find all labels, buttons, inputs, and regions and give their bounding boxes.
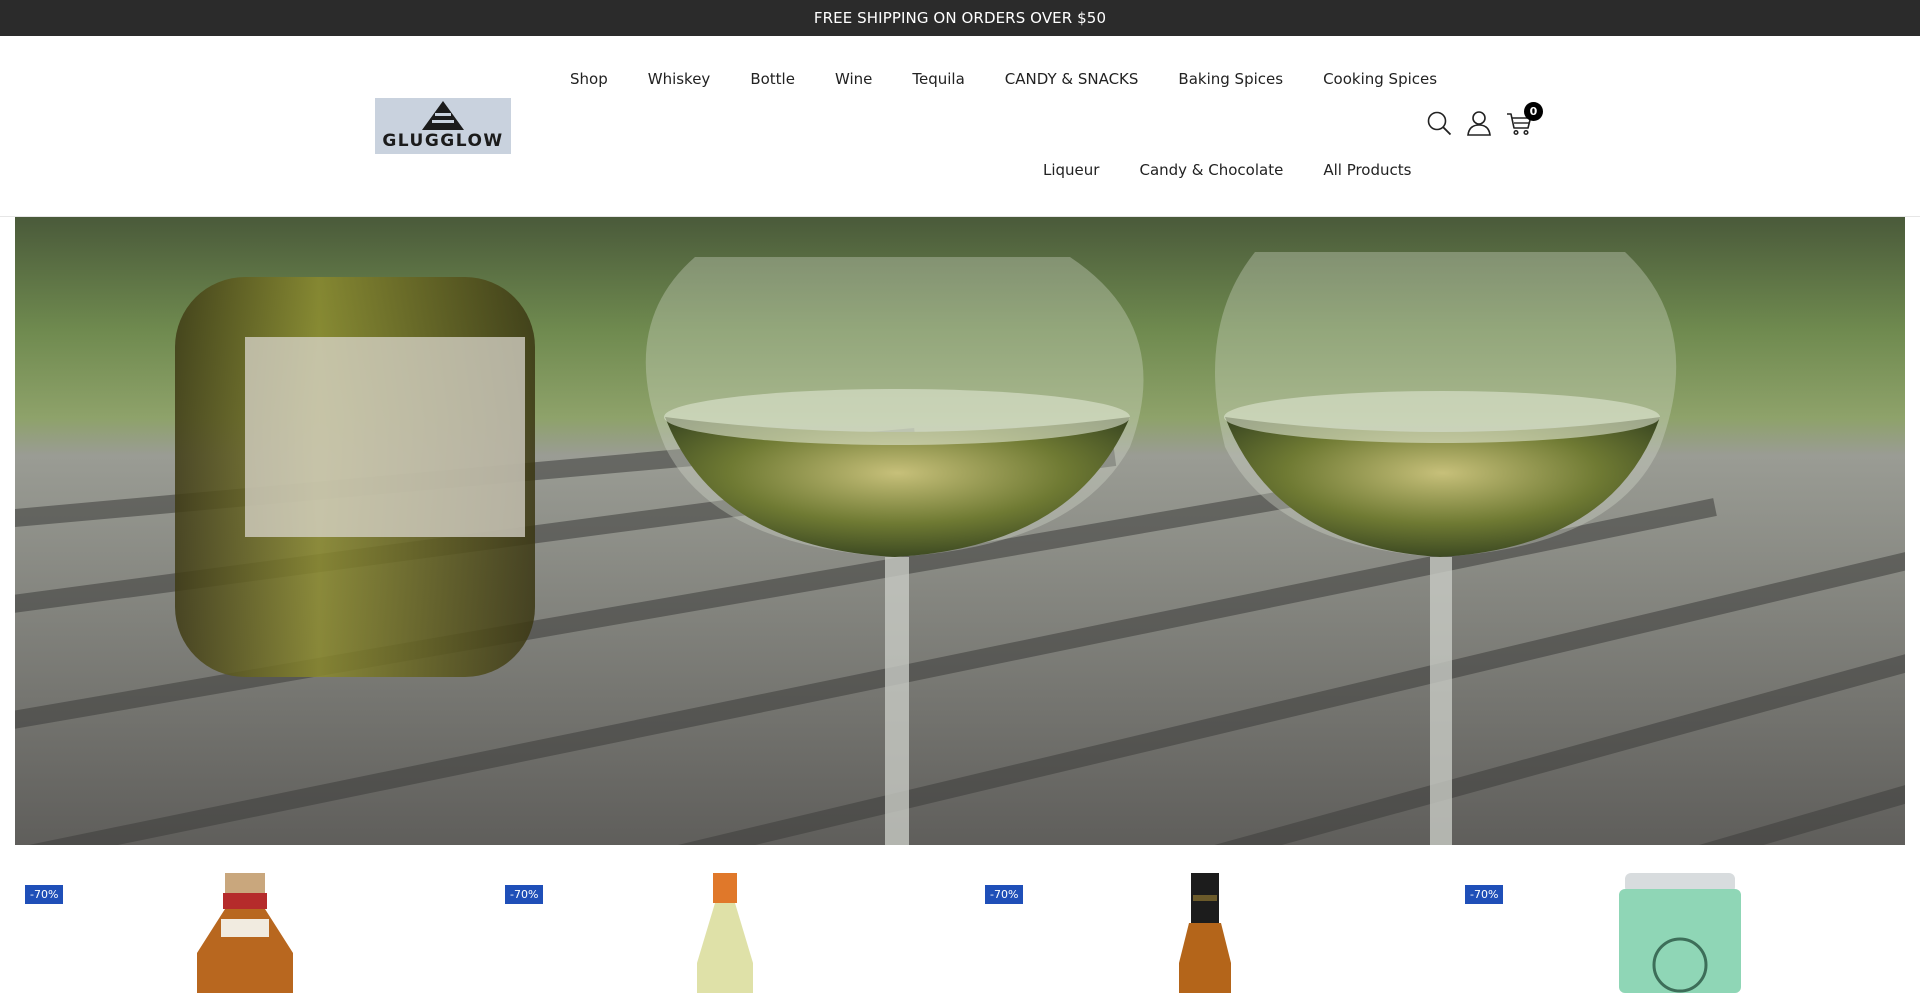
mint-can-image [1619,873,1741,993]
discount-badge: -70% [25,885,64,904]
nav-cooking-spices[interactable]: Cooking Spices [1323,70,1437,88]
main-nav-row-2: Liqueur Candy & Chocolate All Products [1043,161,1411,179]
discount-badge: -70% [505,885,544,904]
nav-candy-chocolate[interactable]: Candy & Chocolate [1139,161,1283,179]
main-nav-row-1: Shop Whiskey Bottle Wine Tequila CANDY &… [570,70,1437,88]
site-header: GLUGGLOW Shop Whiskey Bottle Wine Tequil… [0,36,1920,217]
discount-badge: -70% [1465,885,1504,904]
wine-glasses-banner-image [15,217,1905,845]
whiskey-bottle-image [197,873,293,993]
product-card[interactable]: -70% [975,845,1435,993]
announcement-text: FREE SHIPPING ON ORDERS OVER $50 [813,9,1107,27]
nav-baking-spices[interactable]: Baking Spices [1178,70,1283,88]
logo-text: GLUGGLOW [382,131,504,151]
header-icons: 0 [1426,102,1543,136]
hero-banner[interactable] [15,217,1905,845]
discount-badge: -70% [985,885,1024,904]
nav-all-products[interactable]: All Products [1323,161,1411,179]
site-logo[interactable]: GLUGGLOW [375,98,511,154]
nav-liqueur[interactable]: Liqueur [1043,161,1099,179]
product-card[interactable]: -70% [495,845,955,993]
nav-bottle[interactable]: Bottle [750,70,795,88]
logo-mark-icon [422,101,464,130]
nav-whiskey[interactable]: Whiskey [648,70,711,88]
product-grid: -70% -70% -70% -70% [0,845,1920,993]
search-icon[interactable] [1426,110,1452,136]
product-card[interactable]: -70% [15,845,475,993]
nav-shop[interactable]: Shop [570,70,608,88]
user-icon[interactable] [1466,110,1492,136]
nav-tequila[interactable]: Tequila [912,70,964,88]
product-card[interactable]: -70% [1455,845,1915,993]
cart-count-badge: 0 [1524,102,1543,121]
dark-liquor-bottle-image [1179,873,1231,993]
announcement-bar: FREE SHIPPING ON ORDERS OVER $50 [0,0,1920,36]
cart-icon[interactable]: 0 [1506,102,1543,136]
nav-wine[interactable]: Wine [835,70,872,88]
nav-candy-snacks[interactable]: CANDY & SNACKS [1005,70,1139,88]
white-wine-bottle-image [697,873,753,993]
